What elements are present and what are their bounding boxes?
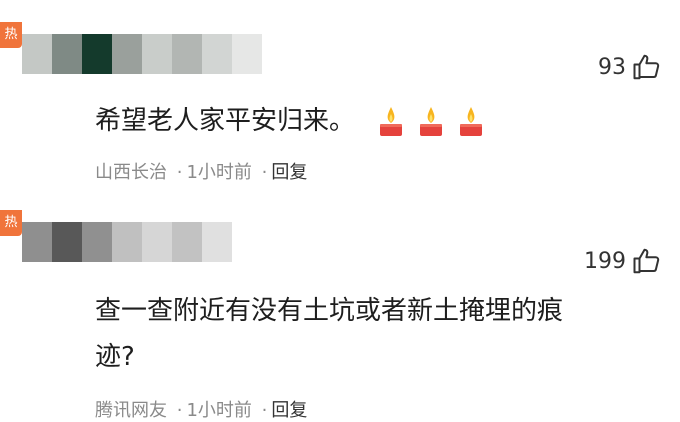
avatar-mosaic-block (22, 34, 52, 74)
like-button[interactable]: 93 (598, 52, 662, 82)
avatar-mosaic-block (142, 34, 172, 74)
hot-badge: 热 (0, 22, 22, 48)
comment-text: 查一查附近有没有土坑或者新土掩埋的痕 迹? (95, 288, 563, 380)
thumbs-up-icon (633, 248, 660, 274)
timestamp: 1小时前 (186, 162, 252, 183)
like-button[interactable]: 199 (584, 246, 662, 276)
avatar-mosaic-block (52, 34, 82, 74)
avatar-mosaic-block (82, 34, 112, 74)
avatar-mosaic-block (112, 222, 142, 262)
comment-meta: 山西长治 · 1小时前 · 回复 (95, 162, 308, 183)
avatar-mosaic-block (202, 34, 232, 74)
candle-emoji (460, 106, 483, 136)
avatar-mosaic-block (142, 222, 172, 262)
comment-text-line: 查一查附近有没有土坑或者新土掩埋的痕 (95, 296, 564, 326)
avatar-mosaic-block (172, 34, 202, 74)
thumbs-up-icon (633, 54, 660, 80)
candle-emoji (380, 106, 403, 136)
avatar-mosaic-block (52, 222, 82, 262)
avatar-mosaic-block (22, 222, 52, 262)
avatar-mosaic-block (82, 222, 112, 262)
candle-emoji (420, 106, 443, 136)
emoji-group (377, 103, 485, 141)
location: 山西长治 (95, 162, 167, 183)
avatar[interactable] (22, 222, 232, 262)
like-count: 199 (584, 248, 626, 274)
comment-item: 热 93 希望老人家平安归来。 山西长治 · 1小时前 · 回复 (0, 0, 680, 190)
avatar[interactable] (22, 34, 262, 74)
comment-meta: 腾讯网友 · 1小时前 · 回复 (95, 400, 308, 421)
comment-text-line: 希望老人家平安归来。 (95, 106, 356, 136)
reply-button[interactable]: 回复 (271, 162, 307, 183)
avatar-mosaic-block (202, 222, 232, 262)
avatar-mosaic-block (172, 222, 202, 262)
comment-text-line: 迹? (95, 342, 135, 372)
like-count: 93 (598, 54, 626, 80)
comment-item: 热 199 查一查附近有没有土坑或者新土掩埋的痕 迹? 腾讯网友 · 1小时前 ·… (0, 200, 680, 421)
hot-badge: 热 (0, 210, 22, 236)
comment-text: 希望老人家平安归来。 (95, 98, 485, 144)
avatar-mosaic-block (112, 34, 142, 74)
avatar-mosaic-block (232, 34, 262, 74)
